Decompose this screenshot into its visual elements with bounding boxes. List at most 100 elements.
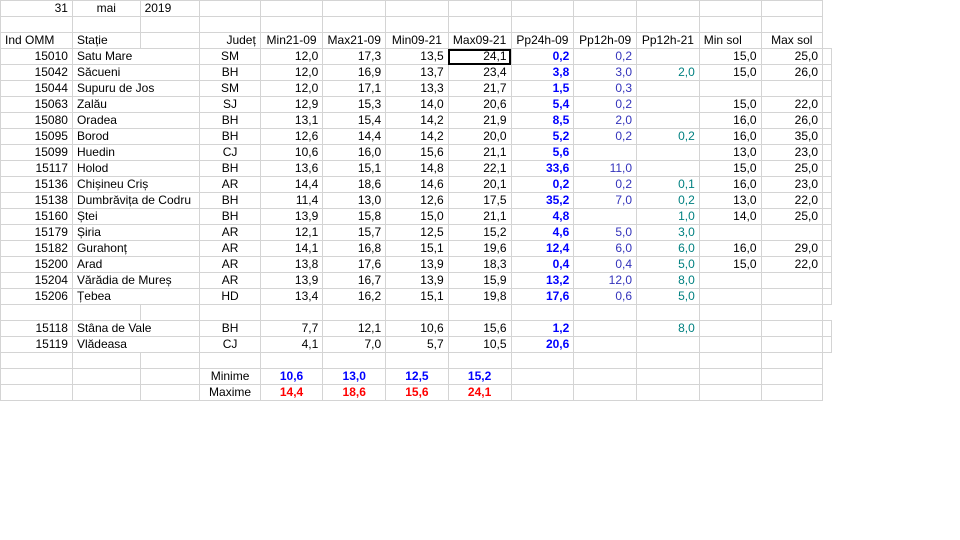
data-cell[interactable]: 22,0 (760, 96, 824, 113)
data-cell[interactable]: BH (199, 192, 261, 209)
sheet-cell[interactable] (573, 0, 638, 17)
data-cell[interactable]: 15,1 (322, 160, 387, 177)
sheet-cell[interactable] (447, 0, 512, 17)
sheet-cell[interactable] (510, 368, 575, 385)
sheet-cell[interactable] (636, 384, 700, 401)
minime-value[interactable]: 10,6 (259, 368, 324, 385)
sheet-cell[interactable] (636, 304, 700, 321)
data-cell[interactable]: 24,1 (447, 48, 512, 65)
data-cell[interactable]: 10,6 (385, 320, 449, 337)
sheet-cell[interactable] (760, 0, 824, 17)
sheet-cell[interactable] (322, 0, 387, 17)
sheet-cell[interactable] (760, 352, 824, 369)
data-cell[interactable]: 14,6 (385, 176, 449, 193)
data-cell[interactable]: 15,0 (698, 160, 762, 177)
sheet-cell[interactable] (822, 64, 832, 81)
data-cell[interactable]: 13,9 (259, 208, 324, 225)
data-cell[interactable]: BH (199, 128, 261, 145)
data-cell[interactable]: 4,6 (510, 224, 575, 241)
minime-value[interactable]: 13,0 (322, 368, 387, 385)
sheet-cell[interactable] (573, 16, 638, 33)
sheet-cell[interactable] (698, 368, 762, 385)
sheet-cell[interactable] (822, 256, 832, 273)
data-cell[interactable]: 10,5 (447, 336, 512, 353)
data-cell[interactable]: 15,1 (385, 240, 449, 257)
maxime-value[interactable]: 14,4 (259, 384, 324, 401)
station-name-cell[interactable]: Vlădeasa (71, 336, 201, 353)
data-cell[interactable]: 13,9 (385, 272, 449, 289)
data-cell[interactable]: 15095 (0, 128, 73, 145)
data-cell[interactable]: 25,0 (760, 208, 824, 225)
data-cell[interactable] (636, 336, 700, 353)
data-cell[interactable]: 25,0 (760, 160, 824, 177)
data-cell[interactable]: 6,0 (636, 240, 700, 257)
data-cell[interactable]: 15118 (0, 320, 73, 337)
sheet-cell[interactable] (0, 304, 73, 321)
sheet-cell[interactable] (510, 304, 575, 321)
data-cell[interactable]: 12,0 (259, 64, 324, 81)
data-cell[interactable]: 23,4 (447, 64, 512, 81)
data-cell[interactable]: 0,4 (510, 256, 575, 273)
data-cell[interactable]: SM (199, 48, 261, 65)
data-cell[interactable]: SM (199, 80, 261, 97)
data-cell[interactable]: 16,9 (322, 64, 387, 81)
data-cell[interactable]: 15119 (0, 336, 73, 353)
data-cell[interactable]: BH (199, 208, 261, 225)
data-cell[interactable]: 14,0 (698, 208, 762, 225)
data-cell[interactable]: 8,0 (636, 272, 700, 289)
data-cell[interactable]: 16,0 (698, 176, 762, 193)
date-month[interactable]: mai (71, 0, 141, 17)
station-name-cell[interactable]: Huedin (71, 144, 201, 161)
date-day[interactable]: 31 (0, 0, 73, 17)
column-header[interactable]: Min21-09 (259, 32, 324, 49)
data-cell[interactable]: 12,0 (573, 272, 638, 289)
data-cell[interactable]: 2,0 (573, 112, 638, 129)
data-cell[interactable]: 15,0 (385, 208, 449, 225)
data-cell[interactable]: 13,8 (259, 256, 324, 273)
sheet-cell[interactable] (0, 368, 73, 385)
data-cell[interactable]: 15,9 (447, 272, 512, 289)
data-cell[interactable] (760, 224, 824, 241)
sheet-cell[interactable] (698, 384, 762, 401)
sheet-cell[interactable] (71, 368, 141, 385)
data-cell[interactable]: 0,2 (636, 128, 700, 145)
data-cell[interactable]: 17,5 (447, 192, 512, 209)
data-cell[interactable]: 15,0 (698, 48, 762, 65)
data-cell[interactable]: 15,3 (322, 96, 387, 113)
data-cell[interactable]: 15138 (0, 192, 73, 209)
data-cell[interactable]: 25,0 (760, 48, 824, 65)
data-cell[interactable]: 11,4 (259, 192, 324, 209)
data-cell[interactable]: 14,4 (322, 128, 387, 145)
data-cell[interactable]: 14,8 (385, 160, 449, 177)
sheet-cell[interactable] (822, 224, 832, 241)
data-cell[interactable]: 15,6 (447, 320, 512, 337)
data-cell[interactable]: 16,8 (322, 240, 387, 257)
data-cell[interactable]: 5,4 (510, 96, 575, 113)
data-cell[interactable]: 21,1 (447, 208, 512, 225)
sheet-cell[interactable] (385, 16, 449, 33)
data-cell[interactable]: 17,6 (322, 256, 387, 273)
sheet-cell[interactable] (199, 0, 261, 17)
data-cell[interactable] (573, 208, 638, 225)
sheet-cell[interactable] (0, 16, 73, 33)
column-header[interactable]: Pp12h-09 (573, 32, 638, 49)
sheet-cell[interactable] (71, 384, 141, 401)
data-cell[interactable] (636, 144, 700, 161)
data-cell[interactable]: 13,9 (259, 272, 324, 289)
data-cell[interactable]: 0,2 (636, 192, 700, 209)
sheet-cell[interactable] (199, 352, 261, 369)
sheet-cell[interactable] (760, 16, 824, 33)
station-name-cell[interactable]: Stâna de Vale (71, 320, 201, 337)
data-cell[interactable]: 0,2 (573, 48, 638, 65)
data-cell[interactable]: 0,2 (573, 128, 638, 145)
column-header[interactable]: Județ (199, 32, 261, 49)
data-cell[interactable]: 5,0 (573, 224, 638, 241)
station-name-cell[interactable]: Zalău (71, 96, 201, 113)
station-name-cell[interactable]: Holod (71, 160, 201, 177)
data-cell[interactable]: 15,4 (322, 112, 387, 129)
data-cell[interactable]: 12,0 (259, 48, 324, 65)
column-header[interactable]: Pp12h-21 (636, 32, 700, 49)
data-cell[interactable] (760, 288, 824, 305)
data-cell[interactable]: 6,0 (573, 240, 638, 257)
data-cell[interactable]: 12,0 (259, 80, 324, 97)
